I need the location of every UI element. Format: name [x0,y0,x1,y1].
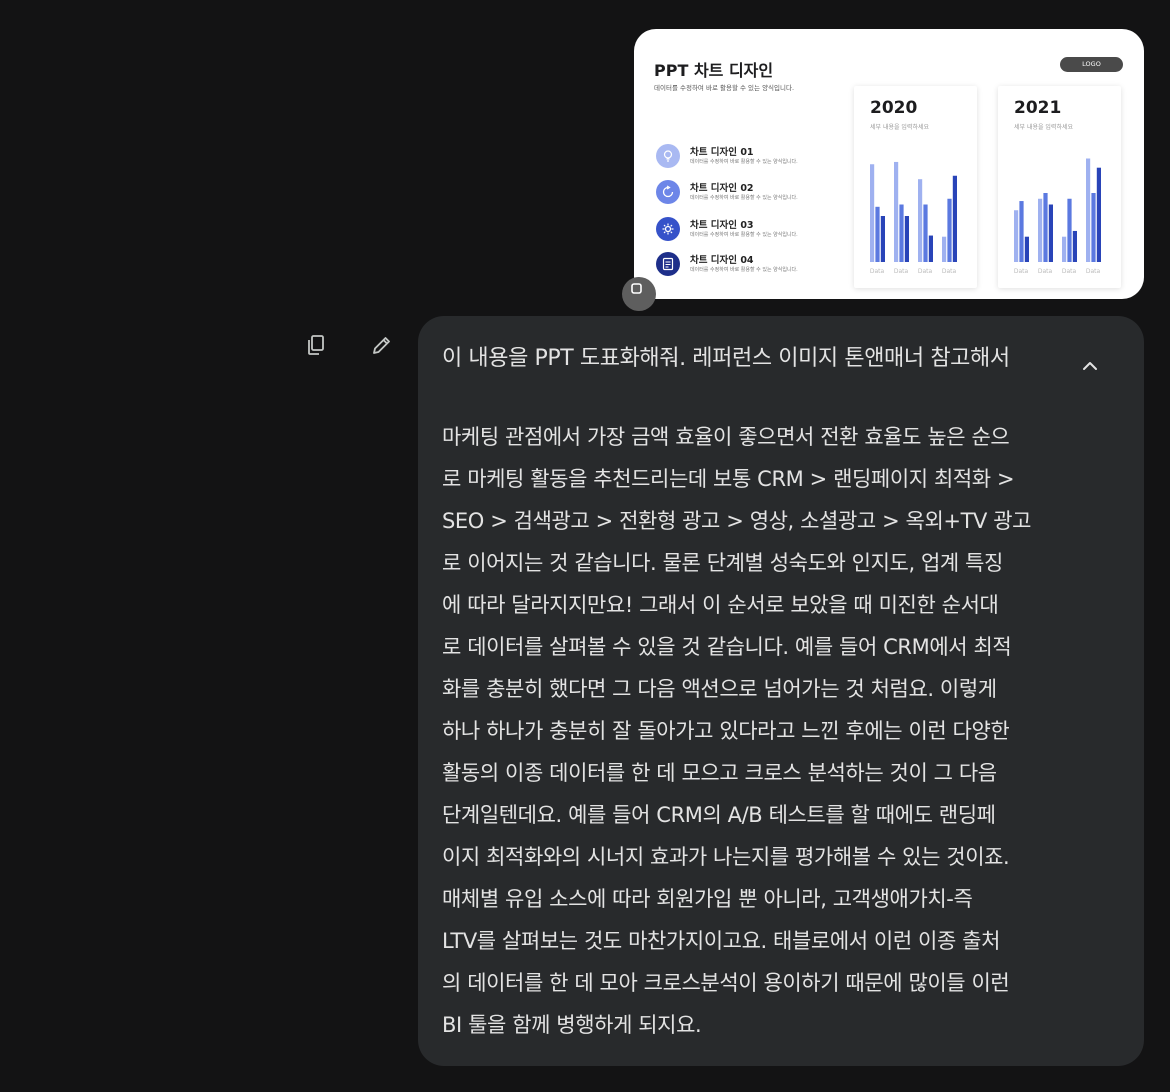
message-line: LTV를 살펴보는 것도 마찬가지이고요. 태블로에서 이런 이종 출처 [442,929,1001,953]
message-line: 이지 최적화와의 시너지 효과가 나는지를 평가해볼 수 있는 것이죠. [442,845,1010,869]
chart-bar [1062,236,1067,262]
chart-bar [1072,230,1077,262]
message-line: 매체별 유입 소스에 따라 회원가입 뿐 아니라, 고객생애가치-즉 [442,887,973,911]
chart-bar [1091,193,1096,262]
refresh-icon [656,180,680,204]
message-line: 의 데이터를 한 데 모아 크로스분석이 용이하기 때문에 많이들 이런 [442,971,1010,995]
attached-image[interactable]: PPT 차트 디자인 데이터를 수정하여 바로 활용할 수 있는 양식입니다. … [634,29,1144,299]
chart-bar [928,235,933,262]
item-description: 데이터를 수정하여 바로 활용할 수 있는 양식입니다. [690,267,798,273]
item-description: 데이터를 수정하여 바로 활용할 수 있는 양식입니다. [690,232,798,238]
chart-design-item: 차트 디자인 02 데이터를 수정하여 바로 활용할 수 있는 양식입니다. [656,180,856,210]
chart-bar [1067,198,1072,262]
chart-bar [1014,210,1019,262]
chart-bar [947,198,952,262]
x-tick-label: Data [1062,268,1077,275]
x-tick-label: Data [918,268,933,275]
bulb-icon [656,144,680,168]
copy-icon [308,335,324,355]
message-line: 로 데이터를 살펴볼 수 있을 것 같습니다. 예를 들어 CRM에서 최적 [442,635,1012,659]
chart-design-item: 차트 디자인 04 데이터를 수정하여 바로 활용할 수 있는 양식입니다. [656,252,856,282]
chevron-up-icon [1083,362,1097,370]
item-description: 데이터를 수정하여 바로 활용할 수 있는 양식입니다. [690,159,798,165]
item-description: 데이터를 수정하여 바로 활용할 수 있는 양식입니다. [690,195,798,201]
bar-chart-2021: Data Data Data Data [1014,158,1101,275]
user-message-bubble: 이 내용을 PPT 도표화해줘. 레퍼런스 이미지 톤앤매너 참고해서 마케팅 … [418,316,1144,1066]
item-title: 차트 디자인 03 [690,220,754,231]
chart-bar [894,161,899,262]
gear-icon [656,217,680,241]
chart-panel-2020: 2020 세부 내용을 입력하세요 Data Data Data Data [854,86,977,288]
x-tick-label: Data [870,268,885,275]
chart-bar [880,216,885,262]
bar-chart-2020: Data Data Data Data [870,161,957,275]
chart-bar [1096,167,1101,262]
chart-bar [942,236,947,262]
document-icon [656,252,680,276]
copy-button[interactable] [300,329,332,361]
chart-bar [1048,204,1053,262]
item-title: 차트 디자인 01 [690,147,754,158]
edit-button[interactable] [366,329,398,361]
chart-bar [1086,158,1091,262]
chart-panel-2021: 2021 세부 내용을 입력하세요 Data Data Data Data [998,86,1121,288]
x-tick-label: Data [942,268,957,275]
chart-design-item: 차트 디자인 03 데이터를 수정하여 바로 활용할 수 있는 양식입니다. [656,217,856,247]
message-line: 로 이어지는 것 같습니다. 물론 단계별 성숙도와 인지도, 업계 특징 [442,551,1003,575]
pencil-icon [373,337,390,354]
message-body: 마케팅 관점에서 가장 금액 효율이 좋으면서 전환 효율도 높은 순으로 마케… [442,416,1067,1046]
message-line: SEO > 검색광고 > 전환형 광고 > 영상, 소셜광고 > 옥외+TV 광… [442,509,1032,533]
chart-bar [904,216,909,262]
chart-bar [1038,198,1043,262]
chart-design-item: 차트 디자인 01 데이터를 수정하여 바로 활용할 수 있는 양식입니다. [656,144,856,174]
chart-bar [952,175,957,262]
x-tick-label: Data [1014,268,1029,275]
item-title: 차트 디자인 04 [690,255,754,266]
chart-bar [875,206,880,262]
message-line: 하나 하나가 충분히 잘 돌아가고 있다라고 느낀 후에는 이런 다양한 [442,719,1010,743]
chart-bar [1024,236,1029,262]
message-line: 화를 충분히 했다면 그 다음 액션으로 넘어가는 것 처럼요. 이렇게 [442,677,997,701]
message-line: 로 마케팅 활동을 추천드리는데 보통 CRM > 랜딩페이지 최적화 > [442,467,1015,491]
x-tick-label: Data [1086,268,1101,275]
chart-bar [1019,201,1024,262]
chart-bar [870,164,875,262]
image-overlay-icon[interactable] [622,277,656,311]
chart-bar [918,179,923,262]
chart-bar [1043,193,1048,262]
message-line: 활동의 이종 데이터를 한 데 모으고 크로스 분석하는 것이 그 다음 [442,761,997,785]
message-line: 단계일텐데요. 예를 들어 CRM의 A/B 테스트를 할 때에도 랜딩페 [442,803,996,827]
message-line: 에 따라 달라지지만요! 그래서 이 순서로 보았을 때 미진한 순서대 [442,593,999,617]
chart-bar [923,204,928,262]
slide-subtitle: 데이터를 수정하여 바로 활용할 수 있는 양식입니다. [654,84,795,92]
slide-title: PPT 차트 디자인 [654,61,774,80]
chart-bar [899,204,904,262]
item-title: 차트 디자인 02 [690,183,754,194]
message-line: BI 툴을 함께 병행하게 되지요. [442,1013,702,1037]
x-tick-label: Data [894,268,909,275]
x-tick-label: Data [1038,268,1053,275]
logo-badge: LOGO [1060,57,1123,72]
message-prompt: 이 내용을 PPT 도표화해줘. 레퍼런스 이미지 톤앤매너 참고해서 [442,346,1010,371]
collapse-button[interactable] [1074,350,1106,382]
message-line: 마케팅 관점에서 가장 금액 효율이 좋으면서 전환 효율도 높은 순으 [442,425,1010,449]
